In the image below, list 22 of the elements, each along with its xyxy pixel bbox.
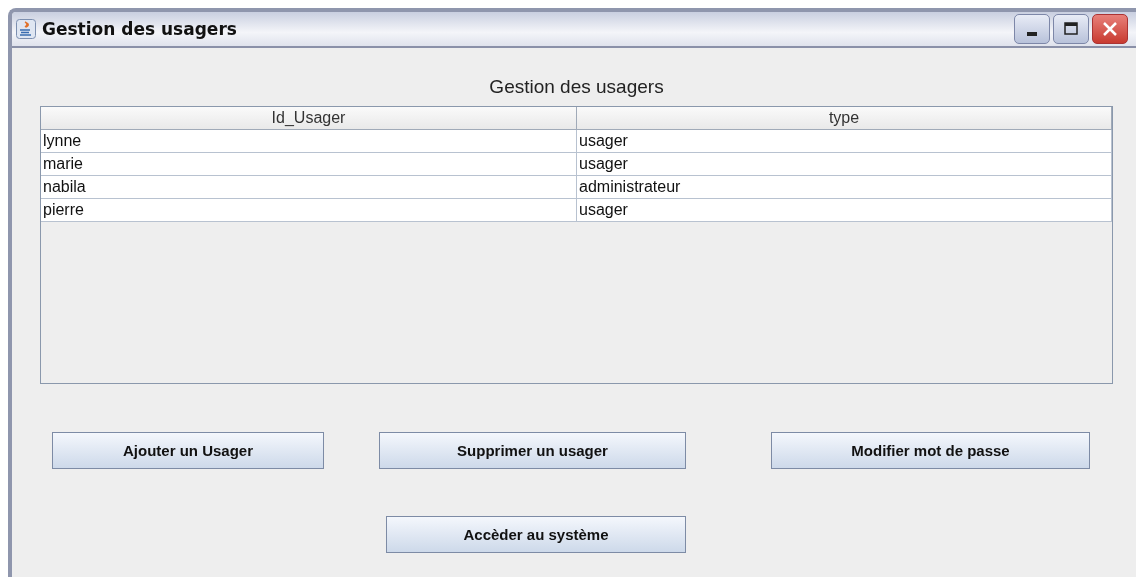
table-cell: nabila (41, 176, 577, 199)
table-cell: administrateur (577, 176, 1112, 199)
access-button[interactable]: Accèder au système (386, 516, 686, 553)
minimize-button[interactable] (1014, 14, 1050, 44)
action-button[interactable]: Supprimer un usager (379, 432, 686, 469)
action-button[interactable]: Modifier mot de passe (771, 432, 1090, 469)
close-button[interactable] (1092, 14, 1128, 44)
panel-heading: Gestion des usagers (488, 76, 665, 98)
maximize-icon (1064, 22, 1078, 36)
window-title: Gestion des usagers (42, 19, 237, 39)
table-cell: usager (577, 199, 1112, 222)
action-button[interactable]: Ajouter un Usager (52, 432, 324, 469)
close-icon (1102, 21, 1118, 37)
column-header[interactable]: type (577, 107, 1112, 130)
column-header[interactable]: Id_Usager (41, 107, 577, 130)
minimize-icon (1027, 32, 1037, 36)
maximize-button[interactable] (1053, 14, 1089, 44)
table-cell: marie (41, 153, 577, 176)
table-cell: usager (577, 153, 1112, 176)
table-cell: lynne (41, 130, 577, 153)
table-cell: usager (577, 130, 1112, 153)
table-cell: pierre (41, 199, 577, 222)
